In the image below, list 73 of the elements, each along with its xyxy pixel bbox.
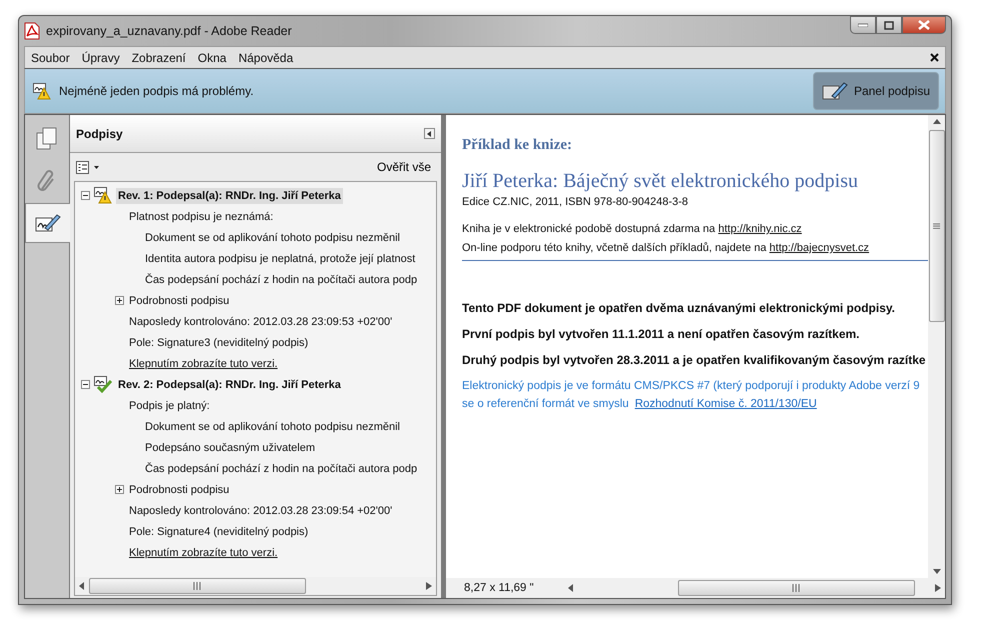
url-link[interactable]: http://bajecnysvet.cz xyxy=(769,242,870,254)
document-title: Jiří Peterka: Báječný svět elektronického podpisu xyxy=(462,170,860,193)
signature-title[interactable]: Rev. 2: Podepsal(a): RNDr. Ing. Jiří Peterka xyxy=(116,376,343,392)
scroll-right-icon[interactable] xyxy=(935,584,941,592)
validity-detail: Dokument se od aplikování tohoto podpisu nezměnil xyxy=(145,232,400,244)
view-version-link[interactable]: Klepnutím zobrazíte tuto verzi. xyxy=(129,546,278,558)
close-document-icon[interactable] xyxy=(930,53,939,62)
signature-pen-icon xyxy=(35,212,61,234)
tree-item[interactable]: Podrobnosti podpisu xyxy=(129,294,230,306)
last-checked: Naposledy kontrolováno: 2012.03.28 23:09:53 +02'00' xyxy=(129,316,392,328)
collapse-icon[interactable] xyxy=(81,191,90,200)
menu-item[interactable]: Okna xyxy=(192,50,232,64)
document-kicker: Příklad ke knize: xyxy=(462,137,574,154)
signature-title[interactable]: Rev. 1: Podepsal(a): RNDr. Ing. Jiří Peterka xyxy=(116,188,343,204)
scroll-left-icon[interactable] xyxy=(79,582,85,590)
close-button[interactable] xyxy=(902,16,946,34)
minimize-icon xyxy=(858,23,868,27)
horizontal-scrollbar[interactable] xyxy=(75,577,436,595)
field-name: Pole: Signature3 (neviditelný podpis) xyxy=(129,336,308,348)
note-text: Elektronický podpis je ve formátu CMS/PKCS #7 (který podporují i produkty Adobe verzí 9 xyxy=(462,380,920,392)
url-link[interactable]: http://knihy.nic.cz xyxy=(718,223,802,235)
statement-text: Druhý podpis byl vytvořen 28.3.2011 a je opatřen kvalifikovaným časovým razítke xyxy=(462,353,927,367)
menu-item[interactable]: Úpravy xyxy=(76,50,126,64)
decision-link[interactable]: Rozhodnutí Komise č. 2011/130/EU xyxy=(634,398,817,410)
expand-icon[interactable] xyxy=(115,296,124,305)
verify-all-button[interactable]: Ověřit vše xyxy=(372,160,435,174)
vertical-scrollbar[interactable] xyxy=(928,115,945,578)
validity-detail: Identita autora podpisu je neplatná, protože její platnost xyxy=(145,252,416,264)
field-name: Pole: Signature4 (neviditelný podpis) xyxy=(129,526,308,538)
minimize-button[interactable] xyxy=(850,16,876,34)
validity-detail: Dokument se od aplikování tohoto podpisu nezměnil xyxy=(145,420,400,432)
menu-item[interactable]: Nápověda xyxy=(232,50,300,64)
signature-panel-button[interactable]: Panel podpisu xyxy=(812,72,939,110)
close-icon xyxy=(918,20,930,30)
edition-text: Edice CZ.NIC, 2011, ISBN 978-80-904248-3-8 xyxy=(462,195,690,210)
sidebar-tab[interactable] xyxy=(25,203,70,243)
collapse-panel-button[interactable] xyxy=(424,128,435,139)
last-checked: Naposledy kontrolováno: 2012.03.28 23:09:54 +02'00' xyxy=(129,504,392,516)
scroll-down-icon[interactable] xyxy=(932,569,940,574)
page-size: 8,27 x 11,69 " xyxy=(463,582,535,594)
info-text: On-line podporu této knihy, včetně dalších příkladů, najdete na xyxy=(462,242,768,254)
grip-icon[interactable] xyxy=(792,584,801,592)
statement-text: První podpis byl vytvořen 11.1.2011 a není opatřen časovým razítkem. xyxy=(462,327,861,341)
notification-text: Nejméně jeden podpis má problémy. xyxy=(59,84,254,98)
grip-icon[interactable] xyxy=(932,222,940,230)
tree-item[interactable]: Podrobnosti podpisu xyxy=(129,484,230,496)
validity-detail: Podepsáno současným uživatelem xyxy=(145,442,315,454)
view-version-link[interactable]: Klepnutím zobrazíte tuto verzi. xyxy=(129,358,278,370)
scroll-up-icon[interactable] xyxy=(932,119,940,124)
panel-title: Podpisy xyxy=(76,126,123,140)
note-text: se o referenční formát ve smyslu xyxy=(462,398,629,410)
pdf-file-icon xyxy=(24,22,40,40)
maximize-icon xyxy=(884,20,894,30)
expand-icon[interactable] xyxy=(115,485,124,494)
grip-icon[interactable] xyxy=(193,582,202,590)
maximize-button[interactable] xyxy=(876,16,902,34)
scroll-left-icon[interactable] xyxy=(568,584,574,592)
pages-icon xyxy=(36,127,58,151)
scroll-right-icon[interactable] xyxy=(426,582,432,590)
info-text: Kniha je v elektronické podobě dostupná zdarma na xyxy=(462,223,716,235)
collapse-icon[interactable] xyxy=(81,380,90,389)
options-menu-icon[interactable] xyxy=(76,160,99,174)
triangle-left-icon xyxy=(427,130,432,136)
window-title: expirovany_a_uznavany.pdf - Adobe Reader xyxy=(46,24,292,38)
validity-detail: Čas podepsání pochází z hodin na počítači autora podp xyxy=(145,462,418,474)
menu-item[interactable]: Zobrazení xyxy=(126,50,192,64)
statement-text: Tento PDF dokument je opatřen dvěma uznávanými elektronickými podpisy. xyxy=(462,301,896,315)
validity-status: Podpis je platný: xyxy=(129,400,210,412)
validity-detail: Čas podepsání pochází z hodin na počítači autora podp xyxy=(145,274,418,286)
signature-warning-icon xyxy=(33,82,51,100)
menu-item[interactable]: Soubor xyxy=(25,50,76,64)
pen-icon xyxy=(822,80,848,102)
validity-status: Platnost podpisu je neznámá: xyxy=(129,210,274,222)
